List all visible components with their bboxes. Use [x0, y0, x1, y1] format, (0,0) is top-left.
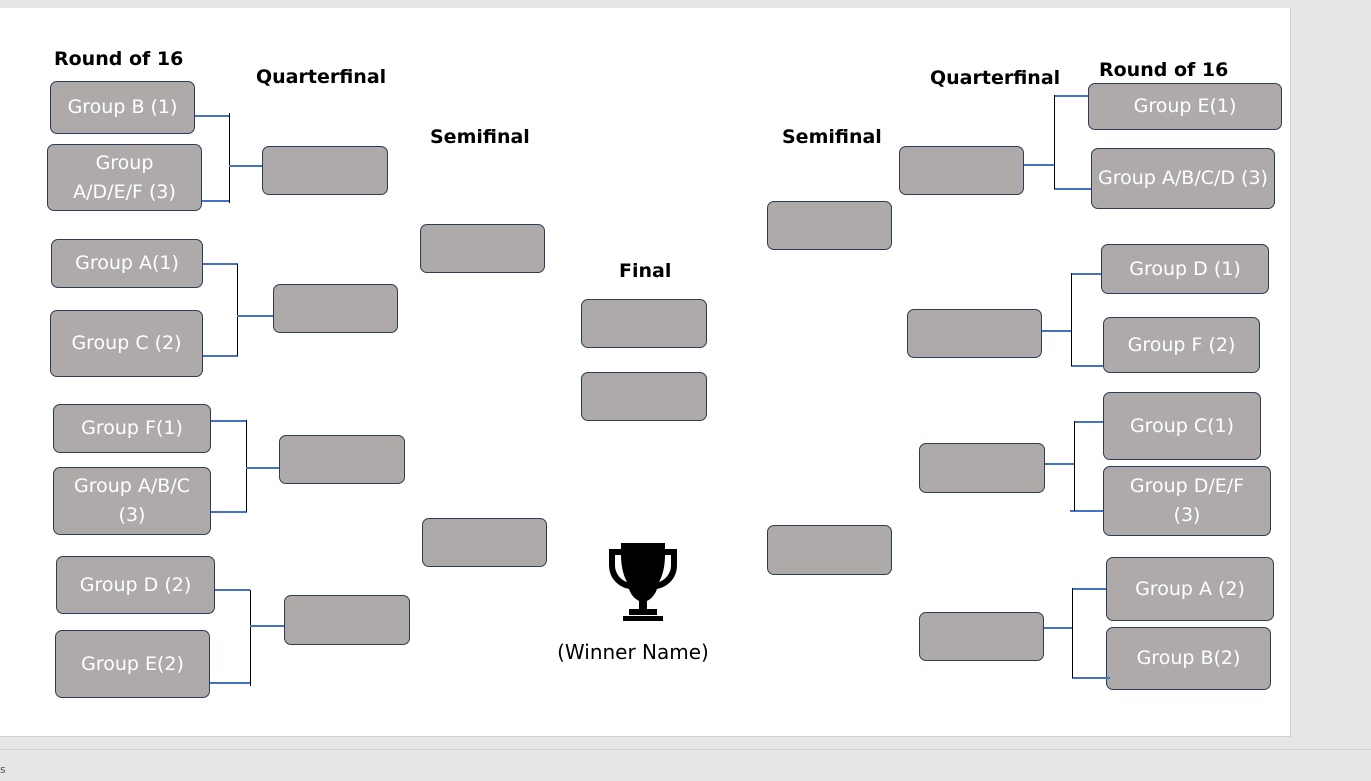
left-r16-slot-6[interactable]: Group A/B/C (3) [53, 467, 211, 535]
connector-line [1072, 588, 1106, 590]
left-r16-slot-3[interactable]: Group A(1) [51, 239, 203, 288]
connector-line [210, 682, 251, 684]
left-semifinal-header: Semifinal [430, 126, 530, 148]
connector-line [250, 590, 251, 686]
slot-label: Group D/E/F (3) [1129, 475, 1245, 526]
connector-line [215, 589, 250, 591]
slot-label: Group A(1) [75, 252, 179, 274]
right-qf-slot-1[interactable] [899, 146, 1024, 195]
final-slot-2[interactable] [581, 372, 707, 421]
trophy-icon [609, 543, 677, 621]
connector-line [246, 420, 247, 512]
connector-line [1042, 330, 1071, 332]
right-round-of-16-header: Round of 16 [1099, 59, 1229, 81]
left-r16-slot-5[interactable]: Group F(1) [53, 404, 211, 453]
connector-line [1044, 627, 1072, 629]
left-r16-slot-4[interactable]: Group C (2) [50, 310, 203, 377]
connector-line [229, 165, 262, 167]
slot-label: Group A/B/C (3) [74, 475, 190, 526]
slot-label: Group A/D/E/F (3) [73, 151, 176, 203]
connector-line [246, 467, 279, 469]
right-r16-slot-4[interactable]: Group F (2) [1103, 317, 1260, 373]
left-r16-slot-7[interactable]: Group D (2) [56, 556, 215, 614]
connector-line [237, 315, 273, 317]
connector-line [229, 113, 230, 203]
left-r16-slot-2[interactable]: Group A/D/E/F (3) [47, 144, 202, 211]
left-r16-slot-1[interactable]: Group B (1) [50, 81, 195, 134]
connector-line [195, 115, 229, 117]
right-r16-slot-6[interactable]: Group D/E/F (3) [1103, 466, 1271, 536]
slot-label: Group F(1) [81, 417, 183, 439]
left-sf-slot-1[interactable] [420, 224, 545, 273]
slot-label: Group D (2) [79, 573, 192, 596]
right-quarterfinal-header: Quarterfinal [930, 67, 1061, 89]
right-qf-slot-3[interactable] [919, 443, 1045, 493]
connector-line [202, 200, 229, 202]
connector-line [1072, 588, 1073, 678]
connector-line [1071, 365, 1103, 367]
editor-workspace: Round of 16 Quarterfinal Semifinal Final… [0, 0, 1371, 781]
right-sf-slot-1[interactable] [767, 201, 892, 250]
connector-line [1054, 188, 1091, 190]
connector-line [203, 263, 238, 265]
connector-line [211, 511, 247, 513]
left-qf-slot-1[interactable] [262, 146, 388, 195]
winner-name: (Winner Name) [557, 640, 709, 664]
left-quarterfinal-header: Quarterfinal [256, 66, 387, 88]
right-r16-slot-3[interactable]: Group D (1) [1101, 244, 1269, 294]
connector-line [211, 420, 246, 422]
status-bar [0, 749, 1371, 781]
right-r16-slot-1[interactable]: Group E(1) [1088, 83, 1282, 130]
slot-label: Group A/B/C/D (3) [1098, 167, 1268, 189]
left-round-of-16-header: Round of 16 [54, 48, 184, 70]
left-sf-slot-2[interactable] [422, 518, 547, 567]
connector-line [1054, 95, 1088, 97]
slot-label: Group B (1) [67, 96, 178, 118]
connector-line [1072, 677, 1110, 679]
final-header: Final [619, 260, 672, 282]
slot-label: Group E(1) [1133, 95, 1237, 117]
slot-label: Group C(1) [1129, 414, 1235, 437]
right-r16-slot-7[interactable]: Group A (2) [1106, 557, 1274, 621]
right-r16-slot-2[interactable]: Group A/B/C/D (3) [1091, 148, 1275, 209]
final-slot-1[interactable] [581, 299, 707, 348]
slot-label: Group E(2) [81, 652, 184, 675]
right-r16-slot-8[interactable]: Group B(2) [1106, 627, 1271, 690]
connector-line [1024, 164, 1054, 166]
left-qf-slot-3[interactable] [279, 435, 405, 484]
status-bar-text: s [0, 763, 6, 776]
right-r16-slot-5[interactable]: Group C(1) [1103, 392, 1261, 460]
slot-label: Group A (2) [1135, 577, 1245, 600]
connector-line [1045, 463, 1074, 465]
connector-line [250, 625, 284, 627]
connector-line [1071, 273, 1072, 366]
connector-line [1054, 95, 1055, 189]
right-sf-slot-2[interactable] [767, 525, 892, 575]
connector-line [203, 355, 238, 357]
right-semifinal-header: Semifinal [782, 126, 882, 148]
connector-line [237, 264, 238, 356]
left-r16-slot-8[interactable]: Group E(2) [55, 630, 210, 698]
slot-label: Group B(2) [1136, 647, 1241, 669]
bracket-slide[interactable]: Round of 16 Quarterfinal Semifinal Final… [0, 8, 1291, 737]
left-qf-slot-4[interactable] [284, 595, 410, 645]
slot-label: Group C (2) [71, 332, 182, 354]
connector-line [1074, 421, 1103, 423]
connector-line [1071, 273, 1101, 275]
slot-label: Group D (1) [1129, 257, 1241, 280]
connector-line [1074, 421, 1075, 511]
right-qf-slot-2[interactable] [907, 309, 1042, 358]
slot-label: Group F (2) [1127, 333, 1236, 356]
left-qf-slot-2[interactable] [273, 284, 398, 333]
right-qf-slot-4[interactable] [919, 612, 1044, 661]
